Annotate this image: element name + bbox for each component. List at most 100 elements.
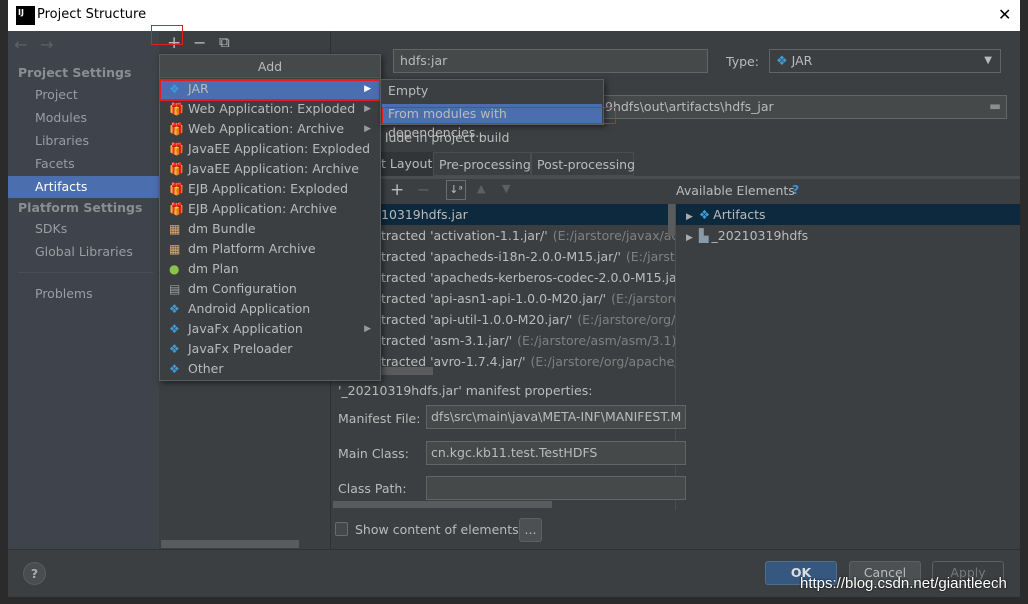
menu-item-android-application[interactable]: ❖ Android Application xyxy=(161,299,379,319)
web-app-icon: 🎁 xyxy=(169,102,184,116)
sidebar-item-label: Artifacts xyxy=(35,179,88,194)
folder-icon[interactable]: ▬ xyxy=(989,98,1001,114)
tree-row[interactable]: ▶ ❖ Artifacts xyxy=(676,204,1020,225)
tab-label: Pre-processing xyxy=(439,157,531,172)
tree-row[interactable]: ▶ ▙ _20210319hdfs xyxy=(676,225,1020,246)
tree-row[interactable]: tracted 'apacheds-i18n-2.0.0-M15.jar/' (E… xyxy=(331,246,675,267)
menu-item-javaee-application-archive[interactable]: 🎁 JavaEE Application: Archive xyxy=(161,159,379,179)
tree-row[interactable]: tracted 'activation-1.1.jar/' (E:/jarstor… xyxy=(331,225,675,246)
highlight-box xyxy=(151,25,183,45)
close-button[interactable]: ✕ xyxy=(998,5,1011,24)
menu-item-javaee-application-exploded[interactable]: 🎁 JavaEE Application: Exploded xyxy=(161,139,379,159)
remove-artifact-button[interactable]: − xyxy=(193,33,206,52)
watermark: https://blog.csdn.net/giantleech xyxy=(800,575,1007,592)
menu-item-label: Web Application: Exploded xyxy=(188,101,356,116)
expand-arrow-icon[interactable]: ▶ xyxy=(686,212,693,222)
menu-item-label: JavaFx Application xyxy=(188,321,303,336)
menu-item-ejb-application-exploded[interactable]: 🎁 EJB Application: Exploded xyxy=(161,179,379,199)
include-in-build-checkbox-label[interactable]: lude in project build xyxy=(385,130,509,145)
tree-row-name: tracted 'apacheds-kerberos-codec-2.0.0-M… xyxy=(381,270,675,285)
sidebar-item-problems[interactable]: Problems xyxy=(35,286,93,301)
tab-pre-processing[interactable]: Pre-processing xyxy=(433,152,531,176)
dm-platform-icon: ▦ xyxy=(169,242,181,256)
manifest-title: '_20210319hdfs.jar' manifest properties: xyxy=(338,383,593,398)
sort-icon[interactable]: ↓ᵃ xyxy=(446,180,466,200)
horizontal-scrollbar[interactable] xyxy=(161,540,299,548)
main-class-label: Main Class: xyxy=(338,446,409,461)
tree-row-name: tracted 'api-util-1.0.0-M20.jar/' xyxy=(381,312,573,327)
menu-item-other[interactable]: ❖ Other xyxy=(161,359,379,379)
manifest-file-input[interactable]: dfs\src\main\java\META-INF\MANIFEST.M xyxy=(426,405,686,429)
sidebar-item-facets[interactable]: Facets xyxy=(35,156,75,171)
layout-add-button[interactable]: + xyxy=(390,180,404,200)
menu-title: Add xyxy=(257,59,283,74)
more-button[interactable]: ... xyxy=(519,518,542,542)
footer-separator xyxy=(8,549,1020,550)
tree-row-path: (E:/jarstore/asm/asm/3.1) xyxy=(517,333,675,348)
type-select[interactable]: ❖ JAR ▼ xyxy=(769,49,1001,73)
tab-post-processing[interactable]: Post-processing xyxy=(531,152,635,176)
menu-item-label: EJB Application: Archive xyxy=(188,201,337,216)
menu-item-label: Android Application xyxy=(188,301,311,316)
tree-row-name: 10319hdfs.jar xyxy=(381,207,468,222)
sidebar-item-artifacts[interactable]: Artifacts xyxy=(8,176,159,198)
copy-artifact-button[interactable]: ⧉ xyxy=(219,33,230,51)
menu-item-empty[interactable]: Empty xyxy=(382,81,602,102)
highlight-box xyxy=(159,79,381,101)
sidebar: ← → Project Settings Project Modules Lib… xyxy=(8,31,159,549)
back-button[interactable]: ← xyxy=(14,35,27,54)
horizontal-scrollbar[interactable] xyxy=(333,501,552,508)
menu-item-web-application-exploded[interactable]: 🎁 Web Application: Exploded ▶ xyxy=(161,99,379,119)
artifact-name-input[interactable]: hdfs:jar xyxy=(393,49,708,73)
menu-item-dm-platform-archive[interactable]: ▦ dm Platform Archive xyxy=(161,239,379,259)
tree-row[interactable]: tracted 'api-asn1-api-1.0.0-M20.jar/' (E:… xyxy=(331,288,675,309)
submenu-arrow-icon: ▶ xyxy=(364,124,371,134)
javaee-icon: 🎁 xyxy=(169,162,184,176)
menu-item-web-application-archive[interactable]: 🎁 Web Application: Archive ▶ xyxy=(161,119,379,139)
show-content-checkbox[interactable] xyxy=(335,522,348,536)
tree-row[interactable]: tracted 'asm-3.1.jar/' (E:/jarstore/asm/a… xyxy=(331,330,675,351)
divider xyxy=(18,272,153,273)
file-icon: ▤ xyxy=(169,282,181,296)
show-content-label[interactable]: Show content of elements xyxy=(355,522,519,537)
ejb-icon: 🎁 xyxy=(169,202,184,216)
menu-item-javafx-application[interactable]: ❖ JavaFx Application ▶ xyxy=(161,319,379,339)
artifact-icon: ❖ xyxy=(169,322,180,336)
add-menu: Add ❖ JAR ▶ 🎁 Web Application: Exploded ▶ 🎁 Web… xyxy=(159,54,381,381)
output-directory-value: 9hdfs\out\artifacts\hdfs_jar xyxy=(605,99,774,114)
tab-label: t Layout xyxy=(381,156,433,171)
sidebar-item-sdks[interactable]: SDKs xyxy=(35,221,67,236)
menu-item-dm-plan[interactable]: ● dm Plan xyxy=(161,259,379,279)
forward-button[interactable]: → xyxy=(40,35,53,54)
sidebar-item-global-libraries[interactable]: Global Libraries xyxy=(35,244,133,259)
move-down-icon: ▼ xyxy=(502,182,511,195)
sidebar-item-project[interactable]: Project xyxy=(35,87,78,102)
artifact-icon: ❖ xyxy=(698,207,711,222)
expand-arrow-icon[interactable]: ▶ xyxy=(686,233,693,243)
menu-item-label: Other xyxy=(188,361,224,376)
layout-tree: 10319hdfs.jar tracted 'activation-1.1.jar… xyxy=(331,204,675,376)
type-label: Type: xyxy=(726,54,759,69)
menu-item-ejb-application-archive[interactable]: 🎁 EJB Application: Archive xyxy=(161,199,379,219)
dm-plan-icon: ● xyxy=(169,262,180,276)
submenu-arrow-icon: ▶ xyxy=(364,324,371,334)
help-button[interactable]: ? xyxy=(23,562,46,585)
menu-item-javafx-preloader[interactable]: ❖ JavaFx Preloader xyxy=(161,339,379,359)
help-icon[interactable]: ? xyxy=(792,182,799,197)
vertical-scrollbar[interactable] xyxy=(668,204,675,236)
menu-item-dm-bundle[interactable]: ▦ dm Bundle xyxy=(161,219,379,239)
sidebar-item-libraries[interactable]: Libraries xyxy=(35,133,89,148)
tab-divider xyxy=(331,176,1020,179)
menu-item-label: JavaEE Application: Exploded xyxy=(188,141,371,156)
tree-row-label: Artifacts xyxy=(713,207,766,222)
sidebar-item-modules[interactable]: Modules xyxy=(35,110,87,125)
tree-row-path: (E:/jarstore, xyxy=(625,249,675,264)
tree-row[interactable]: 10319hdfs.jar xyxy=(331,204,675,225)
menu-item-dm-configuration[interactable]: ▤ dm Configuration xyxy=(161,279,379,299)
main-class-input[interactable]: cn.kgc.kb11.test.TestHDFS xyxy=(426,441,686,465)
tree-row[interactable]: tracted 'apacheds-kerberos-codec-2.0.0-M… xyxy=(331,267,675,288)
window-title: Project Structure xyxy=(37,7,147,22)
class-path-input[interactable] xyxy=(426,476,686,500)
tree-row[interactable]: tracted 'api-util-1.0.0-M20.jar/' (E:/jar… xyxy=(331,309,675,330)
tree-row-path: (E:/jarstore/javax/activa xyxy=(552,228,675,243)
